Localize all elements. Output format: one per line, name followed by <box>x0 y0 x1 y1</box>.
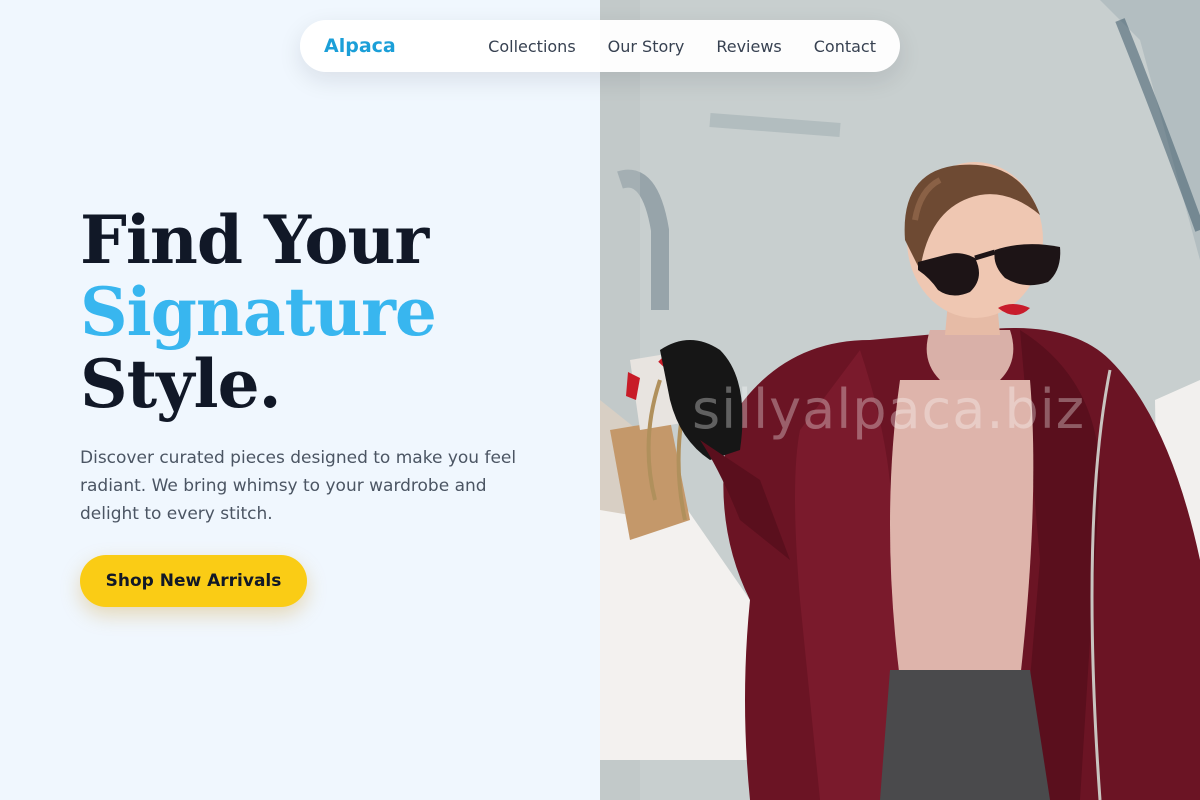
hero-title-line-2: Signature <box>80 273 437 351</box>
nav-link-reviews[interactable]: Reviews <box>716 37 781 56</box>
hero-title-line-1: Find Your <box>80 201 429 279</box>
nav-links: Collections Our Story Reviews Contact <box>488 37 876 56</box>
nav-link-contact[interactable]: Contact <box>814 37 876 56</box>
shop-new-arrivals-button[interactable]: Shop New Arrivals <box>80 555 307 607</box>
hero-description: Discover curated pieces designed to make… <box>80 448 517 524</box>
hero-title: Find Your Signature Style. <box>80 201 437 423</box>
watermark-text: sillyalpaca.biz <box>692 378 1086 441</box>
hero-image: sillyalpaca.biz <box>600 0 1200 800</box>
brand-logo[interactable]: Alpaca <box>324 35 396 57</box>
nav-link-our-story[interactable]: Our Story <box>608 37 685 56</box>
nav-link-collections[interactable]: Collections <box>488 37 575 56</box>
hero-title-line-3: Style. <box>80 345 282 423</box>
top-navbar: Alpaca Collections Our Story Reviews Con… <box>300 20 900 72</box>
